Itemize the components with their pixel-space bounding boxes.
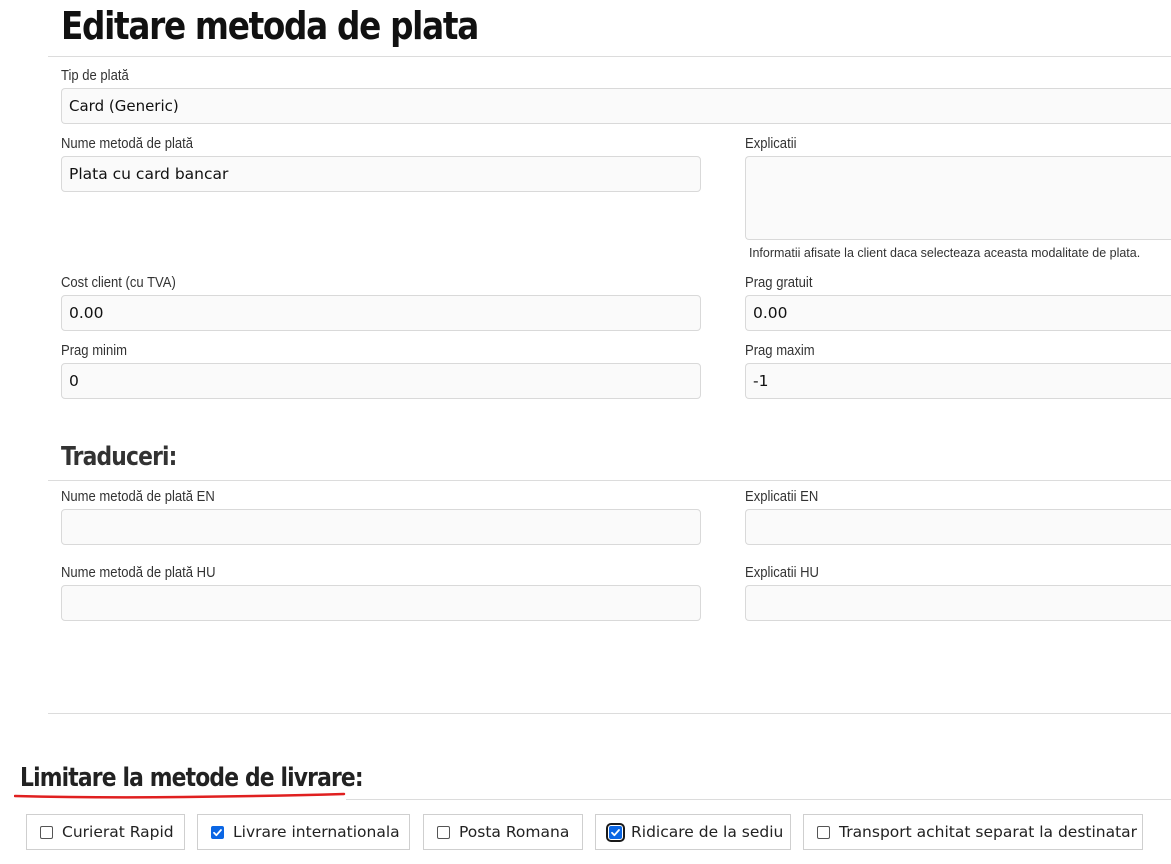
checkbox-curierat-rapid[interactable] <box>40 825 53 839</box>
payment-type-select[interactable]: Card (Generic) <box>61 88 1171 124</box>
free-threshold-label: Prag gratuit <box>745 275 813 291</box>
page-title: Editare metoda de plata <box>61 4 479 48</box>
checkbox-ridicare-de-la-sediu[interactable] <box>606 822 625 842</box>
explanations-en-input[interactable] <box>745 509 1171 545</box>
delivery-option-transport-achitat[interactable]: Transport achitat separat la destinatar <box>803 814 1143 850</box>
delivery-limits-divider <box>346 799 1171 800</box>
delivery-option-ridicare-de-la-sediu[interactable]: Ridicare de la sediu <box>595 814 791 850</box>
red-underline-annotation <box>14 792 346 799</box>
max-threshold-label: Prag maxim <box>745 343 815 359</box>
name-hu-input[interactable] <box>61 585 701 621</box>
delivery-option-label: Livrare internationala <box>233 823 400 841</box>
explanations-label: Explicatii <box>745 136 797 152</box>
form-bottom-divider <box>48 713 1171 714</box>
delivery-option-livrare-internationala[interactable]: Livrare internationala <box>197 814 410 850</box>
explanations-textarea[interactable] <box>745 156 1171 240</box>
free-threshold-input[interactable]: 0.00 <box>745 295 1171 331</box>
method-name-label: Nume metodă de plată <box>61 136 194 152</box>
edit-payment-method-page: Editare metoda de plata Tip de plată Car… <box>0 0 1171 864</box>
title-divider <box>48 56 1171 57</box>
payment-type-label: Tip de plată <box>61 68 129 84</box>
min-threshold-input[interactable]: 0 <box>61 363 701 399</box>
delivery-option-posta-romana[interactable]: Posta Romana <box>423 814 583 850</box>
name-hu-label: Nume metodă de plată HU <box>61 565 216 581</box>
check-icon <box>213 828 222 836</box>
delivery-option-label: Transport achitat separat la destinatar <box>839 823 1138 841</box>
name-en-label: Nume metodă de plată EN <box>61 489 215 505</box>
explanations-hint: Informatii afisate la client daca select… <box>749 246 1141 260</box>
max-threshold-input[interactable]: -1 <box>745 363 1171 399</box>
checkbox-posta-romana[interactable] <box>437 825 450 839</box>
name-en-input[interactable] <box>61 509 701 545</box>
delivery-option-label: Ridicare de la sediu <box>631 823 784 841</box>
client-cost-input[interactable]: 0.00 <box>61 295 701 331</box>
checkbox-livrare-internationala[interactable] <box>211 825 224 839</box>
explanations-en-label: Explicatii EN <box>745 489 819 505</box>
method-name-input[interactable]: Plata cu card bancar <box>61 156 701 192</box>
checkbox-transport-achitat[interactable] <box>817 825 830 839</box>
explanations-hu-label: Explicatii HU <box>745 565 819 581</box>
delivery-option-curierat-rapid[interactable]: Curierat Rapid <box>26 814 185 850</box>
translations-title: Traduceri: <box>61 442 177 472</box>
translations-divider <box>48 480 1171 481</box>
delivery-option-label: Posta Romana <box>459 823 570 841</box>
client-cost-label: Cost client (cu TVA) <box>61 275 176 291</box>
explanations-hu-input[interactable] <box>745 585 1171 621</box>
delivery-option-label: Curierat Rapid <box>62 823 174 841</box>
min-threshold-label: Prag minim <box>61 343 127 359</box>
check-icon <box>611 828 620 836</box>
